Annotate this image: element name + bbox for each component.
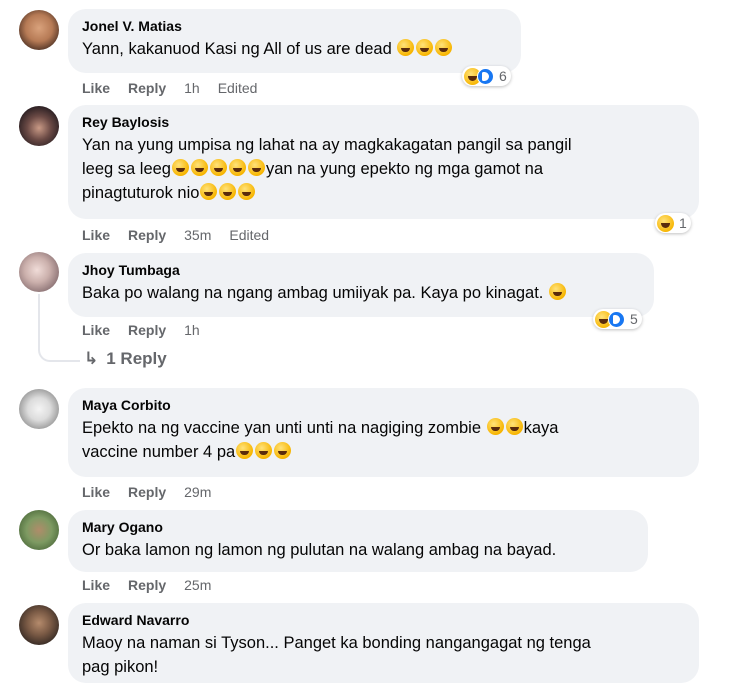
reply-button[interactable]: Reply	[128, 227, 166, 243]
grin-emoji-icon	[191, 159, 208, 176]
care-reaction-icon	[477, 67, 494, 85]
comment-text: Yan na yung umpisa ng lahat na ay magkak…	[82, 133, 685, 205]
grin-emoji-icon	[248, 159, 265, 176]
rofl-emoji-icon	[274, 442, 292, 459]
comment-actions: Like Reply 35m Edited	[82, 226, 287, 244]
replies-count: 1 Reply	[106, 349, 167, 368]
comment-text-line: Maoy na naman si Tyson... Panget ka bond…	[82, 634, 591, 652]
timestamp[interactable]: 29m	[184, 484, 211, 500]
comment-text-line: Epekto na ng vaccine yan unti unti na na…	[82, 418, 559, 437]
reaction-count: 5	[630, 311, 638, 327]
comment-bubble: Maya Corbito Epekto na ng vaccine yan un…	[68, 388, 699, 477]
comment-actions: Like Reply 1h	[82, 321, 218, 339]
like-button[interactable]: Like	[82, 577, 110, 593]
timestamp[interactable]: 1h	[184, 80, 200, 96]
like-button[interactable]: Like	[82, 80, 110, 96]
rofl-emoji-icon	[397, 39, 415, 56]
haha-reaction-icon	[657, 214, 674, 232]
care-reaction-icon	[608, 310, 625, 328]
timestamp[interactable]: 35m	[184, 227, 211, 243]
comment-actions: Like Reply 25m	[82, 576, 229, 594]
like-button[interactable]: Like	[82, 227, 110, 243]
comment-text: Epekto na ng vaccine yan unti unti na na…	[82, 416, 685, 464]
avatar[interactable]	[19, 510, 59, 550]
reply-button[interactable]: Reply	[128, 577, 166, 593]
grin-emoji-icon	[229, 159, 246, 176]
avatar[interactable]	[19, 106, 59, 146]
comment-author[interactable]: Jonel V. Matias	[82, 17, 507, 35]
comment-author[interactable]: Mary Ogano	[82, 518, 634, 536]
reaction-summary[interactable]: 6	[462, 66, 511, 86]
comment-text-line: Yan na yung umpisa ng lahat na ay magkak…	[82, 136, 572, 154]
like-button[interactable]: Like	[82, 322, 110, 338]
comment-actions: Like Reply 29m	[82, 483, 229, 501]
rolling-eyes-emoji-icon	[219, 183, 237, 200]
avatar[interactable]	[19, 252, 59, 292]
avatar[interactable]	[19, 605, 59, 645]
reaction-summary[interactable]: 1	[655, 213, 691, 233]
reply-button[interactable]: Reply	[128, 80, 166, 96]
comment-text: Baka po walang na ngang ambag umiiyak pa…	[82, 281, 640, 305]
comment-author[interactable]: Maya Corbito	[82, 396, 685, 414]
comment-actions: Like Reply 1h Edited	[82, 79, 275, 97]
rofl-emoji-icon	[435, 39, 453, 56]
timestamp[interactable]: 1h	[184, 322, 200, 338]
rofl-emoji-icon	[236, 442, 254, 459]
reply-arrow-icon: ↳	[84, 349, 99, 368]
rofl-emoji-icon	[416, 39, 434, 56]
thread-connector	[38, 294, 80, 362]
reaction-count: 1	[679, 215, 687, 231]
grin-emoji-icon	[238, 183, 256, 200]
timestamp[interactable]: 25m	[184, 577, 211, 593]
grin-emoji-icon	[172, 159, 189, 176]
edited-label[interactable]: Edited	[229, 227, 269, 243]
comment-bubble: Mary Ogano Or baka lamon ng lamon ng pul…	[68, 510, 648, 572]
view-replies-link[interactable]: ↳ 1 Reply	[84, 349, 167, 369]
reply-button[interactable]: Reply	[128, 484, 166, 500]
comment-author[interactable]: Jhoy Tumbaga	[82, 261, 640, 279]
like-button[interactable]: Like	[82, 484, 110, 500]
comment-bubble: Rey Baylosis Yan na yung umpisa ng lahat…	[68, 105, 699, 219]
comment-text: Yann, kakanuod Kasi ng All of us are dea…	[82, 37, 507, 61]
comment-bubble: Jonel V. Matias Yann, kakanuod Kasi ng A…	[68, 9, 521, 73]
avatar[interactable]	[19, 389, 59, 429]
rofl-emoji-icon	[255, 442, 273, 459]
flushed-emoji-icon	[200, 183, 218, 200]
comment-text: Or baka lamon ng lamon ng pulutan na wal…	[82, 541, 557, 559]
comment-bubble: Edward Navarro Maoy na naman si Tyson...…	[68, 603, 699, 683]
avatar[interactable]	[19, 10, 59, 50]
reply-button[interactable]: Reply	[128, 322, 166, 338]
comment-bubble: Jhoy Tumbaga Baka po walang na ngang amb…	[68, 253, 654, 317]
comment-text-line: pinagtuturok nio	[82, 181, 685, 205]
rofl-emoji-icon	[486, 418, 504, 435]
comment-author[interactable]: Rey Baylosis	[82, 113, 685, 131]
comment-text: Maoy na naman si Tyson... Panget ka bond…	[82, 631, 685, 679]
reaction-summary[interactable]: 5	[593, 309, 642, 329]
reaction-count: 6	[499, 68, 507, 84]
edited-label[interactable]: Edited	[218, 80, 258, 96]
comment-text-line: pag pikon!	[82, 658, 159, 676]
comment-text-line: vaccine number 4 pa	[82, 440, 685, 464]
sweat-smile-emoji-icon	[549, 283, 566, 300]
comment-author[interactable]: Edward Navarro	[82, 611, 685, 629]
comment-text-line: leeg sa leeg yan na yung epekto ng mga ga…	[82, 159, 544, 178]
grin-emoji-icon	[210, 159, 227, 176]
rofl-emoji-icon	[505, 418, 523, 435]
